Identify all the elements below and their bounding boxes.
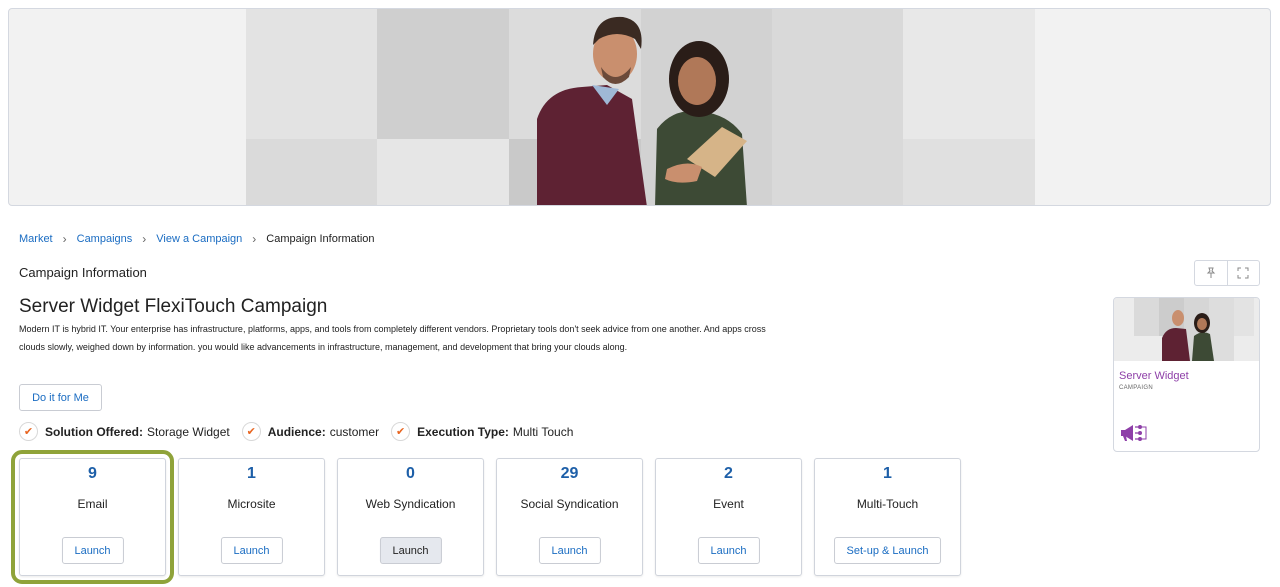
hero-photo-people	[537, 16, 747, 205]
attribute-solution: ✔ Solution Offered: Storage Widget	[19, 422, 230, 441]
breadcrumb-link-market[interactable]: Market	[19, 233, 53, 245]
card-count: 1	[883, 465, 892, 482]
email-launch-button[interactable]: Launch	[61, 537, 124, 564]
campaign-attributes: ✔ Solution Offered: Storage Widget ✔ Aud…	[19, 422, 585, 441]
breadcrumb-link-campaigns[interactable]: Campaigns	[77, 233, 133, 245]
breadcrumb-current: Campaign Information	[266, 233, 375, 245]
campaign-title: Server Widget FlexiTouch Campaign	[19, 296, 328, 317]
microsite-launch-button[interactable]: Launch	[220, 537, 283, 564]
card-count: 2	[724, 465, 733, 482]
card-label: Event	[713, 497, 744, 511]
preview-campaign-name: Server Widget	[1119, 370, 1189, 382]
preview-campaign-kind: CAMPAIGN	[1119, 385, 1153, 391]
attribute-execution-type: ✔ Execution Type: Multi Touch	[391, 422, 573, 441]
attribute-value: Storage Widget	[147, 424, 230, 439]
breadcrumb-link-view-campaign[interactable]: View a Campaign	[156, 233, 242, 245]
web-syndication-launch-button[interactable]: Launch	[379, 537, 442, 564]
card-label: Microsite	[227, 497, 276, 511]
check-icon: ✔	[19, 422, 38, 441]
do-it-for-me-button[interactable]: Do it for Me	[19, 384, 102, 411]
campaign-preview-card[interactable]: Server Widget CAMPAIGN	[1113, 297, 1260, 452]
card-label: Social Syndication	[520, 497, 619, 511]
card-event: 2 Event Launch	[655, 458, 802, 576]
attribute-value: Multi Touch	[512, 424, 574, 439]
hero-banner	[8, 8, 1271, 206]
check-icon: ✔	[241, 422, 261, 441]
campaign-description: Modern IT is hybrid IT. Your enterprise …	[19, 324, 766, 352]
card-count: 1	[247, 465, 256, 482]
breadcrumb: Market › Campaigns › View a Campaign › C…	[19, 232, 375, 246]
card-social-syndication: 29 Social Syndication Launch	[496, 458, 643, 576]
card-multi-touch: 1 Multi-Touch Set-up & Launch	[814, 458, 961, 576]
attribute-value: customer	[329, 424, 380, 439]
corner-tools	[1194, 260, 1260, 286]
attribute-key: Audience:	[267, 424, 326, 439]
attribute-key: Execution Type:	[417, 424, 509, 439]
card-label: Multi-Touch	[856, 497, 919, 511]
card-label: Web Syndication	[365, 497, 456, 511]
event-launch-button[interactable]: Launch	[697, 537, 760, 564]
card-count: 29	[560, 465, 579, 482]
social-syndication-launch-button[interactable]: Launch	[538, 537, 601, 564]
megaphone-icon	[1121, 425, 1147, 441]
card-label: Email	[77, 497, 108, 511]
chevron-right-icon: ›	[62, 232, 67, 246]
card-web-syndication: 0 Web Syndication Launch	[337, 458, 484, 576]
card-email: 9 Email Launch	[11, 450, 174, 584]
chevron-right-icon: ›	[142, 232, 147, 246]
page-title: Campaign Information	[19, 265, 147, 280]
chevron-right-icon: ›	[252, 232, 257, 246]
card-count: 0	[406, 465, 415, 482]
expand-icon[interactable]	[1226, 261, 1260, 285]
attribute-audience: ✔ Audience: customer	[241, 422, 380, 441]
card-count: 9	[88, 465, 97, 482]
attribute-key: Solution Offered:	[45, 424, 143, 439]
check-icon: ✔	[391, 422, 411, 441]
pin-icon[interactable]	[1195, 261, 1227, 285]
multi-touch-setup-launch-button[interactable]: Set-up & Launch	[833, 537, 942, 564]
card-microsite: 1 Microsite Launch	[178, 458, 325, 576]
campaign-thumbnail	[1114, 298, 1259, 361]
